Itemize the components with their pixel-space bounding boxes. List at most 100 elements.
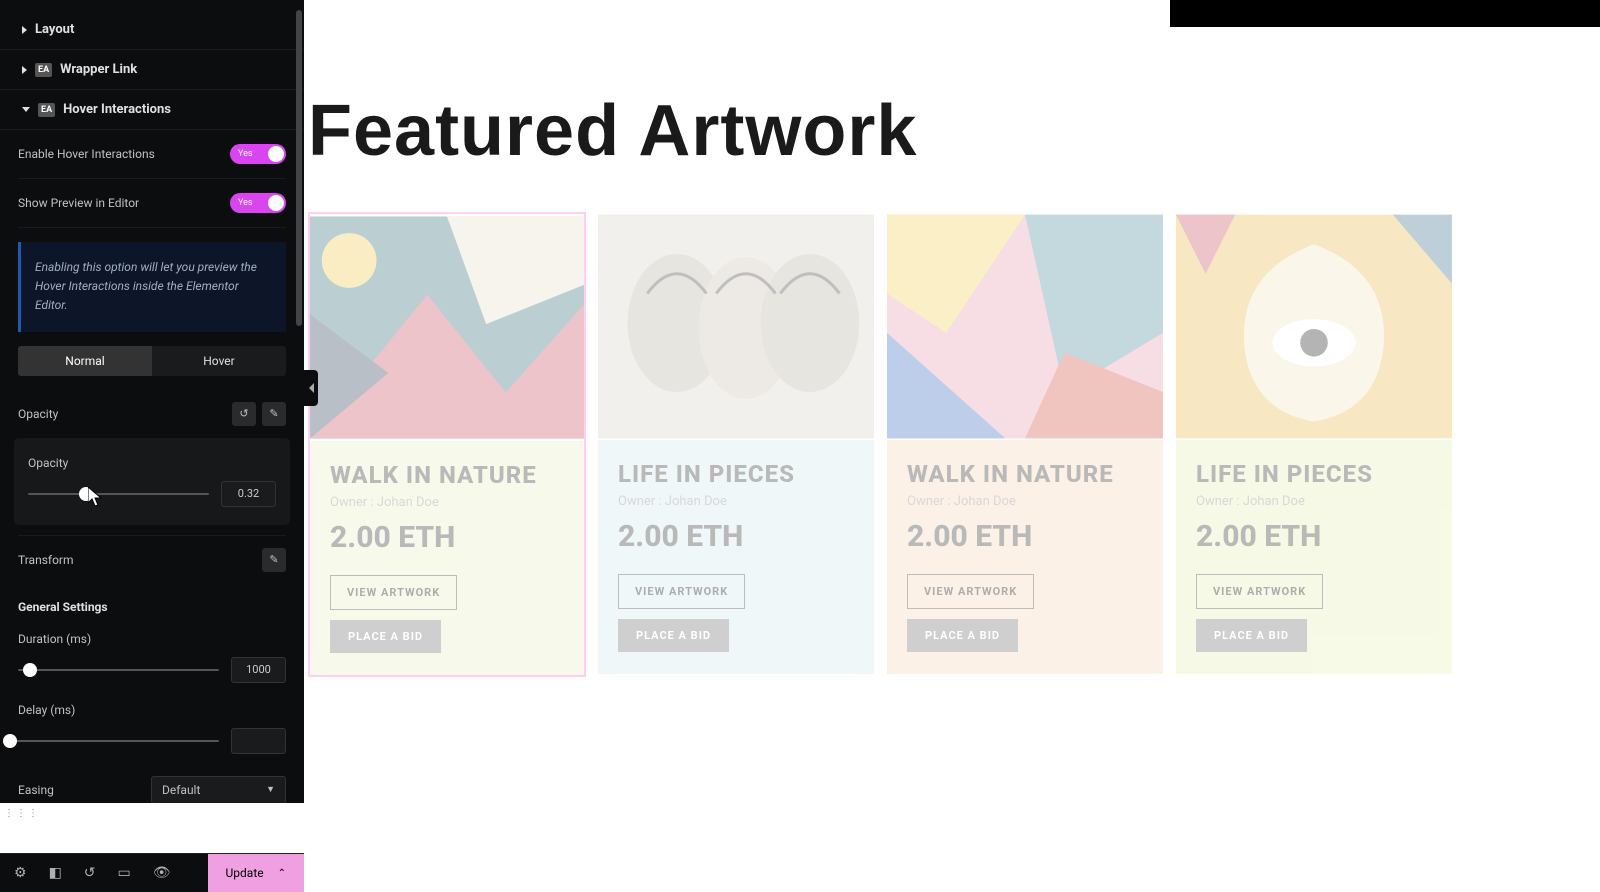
reset-icon[interactable]: ↺ — [232, 402, 256, 426]
show-preview-row: Show Preview in Editor Yes — [18, 179, 286, 228]
slider-thumb[interactable] — [79, 487, 93, 501]
edit-icon[interactable]: ✎ — [262, 548, 286, 572]
view-artwork-button[interactable]: VIEW ARTWORK — [618, 574, 745, 609]
collapse-sidebar-button[interactable] — [304, 370, 318, 406]
info-box: Enabling this option will let you previe… — [18, 242, 286, 332]
card-thumbnail — [1176, 213, 1452, 440]
easing-select[interactable]: Default ▼ — [151, 776, 286, 803]
prop-actions: ↺ ✎ — [232, 402, 286, 426]
card-owner: Owner : Johan Doe — [618, 494, 854, 509]
duration-row: Duration (ms) 1000 — [18, 622, 286, 689]
place-bid-button[interactable]: PLACE A BID — [907, 619, 1018, 652]
delay-slider[interactable] — [10, 740, 219, 742]
update-label: Update — [226, 866, 264, 880]
artwork-card[interactable]: WALK IN NATURE Owner : Johan Doe 2.00 ET… — [308, 212, 586, 677]
preview-icon[interactable]: 👁 — [153, 865, 171, 881]
card-title: WALK IN NATURE — [330, 461, 564, 489]
card-price: 2.00 ETH — [618, 519, 854, 554]
enable-hover-row: Enable Hover Interactions Yes — [18, 130, 286, 179]
section-label: Wrapper Link — [60, 62, 137, 77]
place-bid-button[interactable]: PLACE A BID — [1196, 619, 1307, 652]
section-wrapper-link[interactable]: EA Wrapper Link — [0, 50, 304, 90]
place-bid-button[interactable]: PLACE A BID — [330, 620, 441, 653]
update-button[interactable]: Update ⌃ — [208, 854, 305, 892]
settings-icon[interactable]: ⚙ — [14, 865, 27, 881]
artwork-card[interactable]: LIFE IN PIECES Owner : Johan Doe 2.00 ET… — [597, 212, 875, 677]
delay-slider-row — [18, 728, 286, 754]
control-label: Duration (ms) — [18, 632, 91, 646]
artwork-card[interactable]: LIFE IN PIECES Owner : Johan Doe 2.00 ET… — [1175, 212, 1453, 677]
ea-badge-icon: EA — [35, 63, 52, 77]
place-bid-button[interactable]: PLACE A BID — [618, 619, 729, 652]
hover-section-body: Enable Hover Interactions Yes Show Previ… — [0, 130, 304, 803]
opacity-subpanel: Opacity 0.32 — [14, 438, 290, 525]
delay-value-input[interactable] — [231, 728, 286, 754]
section-label: Hover Interactions — [63, 102, 171, 117]
view-artwork-button[interactable]: VIEW ARTWORK — [330, 575, 457, 610]
card-thumbnail — [598, 213, 874, 440]
edit-icon[interactable]: ✎ — [262, 402, 286, 426]
prop-label: Transform — [18, 553, 74, 567]
panel-scroll[interactable]: Layout EA Wrapper Link EA Hover Interact… — [0, 0, 304, 803]
card-title: LIFE IN PIECES — [618, 460, 854, 488]
control-label: Delay (ms) — [18, 703, 75, 717]
control-label: Show Preview in Editor — [18, 196, 139, 210]
cards-row: WALK IN NATURE Owner : Johan Doe 2.00 ET… — [304, 212, 1600, 677]
ea-badge-icon: EA — [38, 103, 55, 117]
artwork-card[interactable]: WALK IN NATURE Owner : Johan Doe 2.00 ET… — [886, 212, 1164, 677]
black-strip — [1170, 0, 1600, 27]
toggle-knob — [268, 146, 284, 162]
duration-value-input[interactable]: 1000 — [231, 657, 286, 683]
history-icon[interactable]: ↺ — [84, 865, 96, 881]
caret-down-icon — [22, 107, 30, 112]
duration-slider-row: 1000 — [18, 657, 286, 683]
section-label: Layout — [35, 22, 74, 37]
navigator-icon[interactable]: ◧ — [49, 865, 62, 881]
toggle-text: Yes — [238, 198, 253, 208]
drag-handle-icon[interactable]: ⋮⋮⋮ — [4, 808, 40, 819]
caret-right-icon — [22, 26, 27, 34]
card-buttons: VIEW ARTWORK PLACE A BID — [330, 575, 564, 653]
enable-hover-toggle[interactable]: Yes — [230, 144, 286, 164]
view-artwork-button[interactable]: VIEW ARTWORK — [907, 574, 1034, 609]
caret-right-icon — [22, 66, 27, 74]
prop-label: Opacity — [18, 407, 58, 421]
delay-row: Delay (ms) — [18, 689, 286, 764]
toggle-text: Yes — [238, 149, 253, 159]
show-preview-toggle[interactable]: Yes — [230, 193, 286, 213]
card-thumbnail — [310, 214, 584, 441]
bottom-icons: ⚙ ◧ ↺ ▭ 👁 — [0, 865, 185, 881]
responsive-icon[interactable]: ▭ — [118, 865, 131, 881]
card-thumbnail — [887, 213, 1163, 440]
scrollbar[interactable] — [296, 10, 302, 326]
view-artwork-button[interactable]: VIEW ARTWORK — [1196, 574, 1323, 609]
card-title: LIFE IN PIECES — [1196, 460, 1432, 488]
toggle-knob — [268, 195, 284, 211]
card-title: WALK IN NATURE — [907, 460, 1143, 488]
control-label: Enable Hover Interactions — [18, 147, 155, 161]
card-body: LIFE IN PIECES Owner : Johan Doe 2.00 ET… — [598, 440, 874, 674]
card-body: LIFE IN PIECES Owner : Johan Doe 2.00 ET… — [1176, 440, 1452, 674]
card-buttons: VIEW ARTWORK PLACE A BID — [907, 574, 1143, 652]
tab-hover[interactable]: Hover — [152, 346, 286, 376]
slider-thumb[interactable] — [3, 734, 17, 748]
card-body: WALK IN NATURE Owner : Johan Doe 2.00 ET… — [887, 440, 1163, 674]
opacity-value-input[interactable]: 0.32 — [221, 481, 276, 507]
card-buttons: VIEW ARTWORK PLACE A BID — [618, 574, 854, 652]
bottom-toolbar: ⚙ ◧ ↺ ▭ 👁 Update ⌃ — [0, 853, 304, 892]
transform-row: Transform ✎ — [18, 535, 286, 584]
opacity-slider[interactable] — [28, 493, 209, 495]
section-hover-interactions[interactable]: EA Hover Interactions — [0, 90, 304, 130]
duration-slider[interactable] — [18, 669, 219, 671]
card-buttons: VIEW ARTWORK PLACE A BID — [1196, 574, 1432, 652]
sub-label: Opacity — [28, 456, 68, 470]
easing-row: Easing Default ▼ — [18, 764, 286, 803]
section-layout[interactable]: Layout — [0, 10, 304, 50]
tab-normal[interactable]: Normal — [18, 346, 152, 376]
slider-thumb[interactable] — [23, 663, 37, 677]
opacity-slider-row: 0.32 — [28, 481, 276, 507]
info-text: Enabling this option will let you previe… — [35, 260, 257, 312]
chevron-down-icon: ▼ — [266, 784, 275, 795]
elementor-sidebar: Layout EA Wrapper Link EA Hover Interact… — [0, 0, 304, 803]
prop-actions: ✎ — [262, 548, 286, 572]
